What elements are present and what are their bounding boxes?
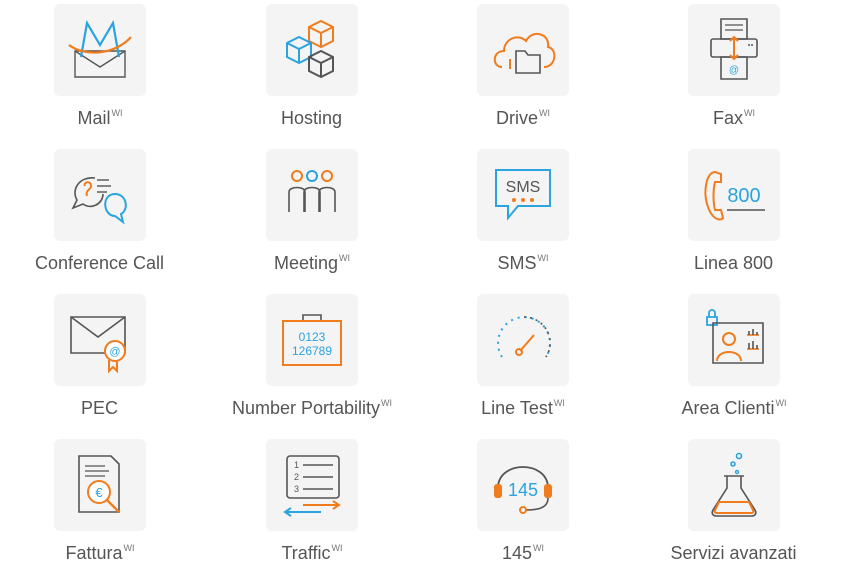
meeting-people-icon [277, 160, 347, 230]
at-symbol: @ [729, 65, 739, 76]
tile-icon-box [688, 294, 780, 386]
traffic-list-icon: 1 2 3 [277, 450, 347, 520]
sms-text: SMS [506, 179, 541, 196]
tile-icon-box [266, 4, 358, 96]
mail-icon [65, 15, 135, 85]
at-symbol: @ [109, 346, 120, 358]
services-grid: MailWI Hosting DriveWI @ FaxWI Conferenc… [0, 0, 847, 567]
traffic-number-2: 2 [294, 472, 299, 482]
speedometer-icon [488, 305, 558, 375]
tile-icon-box [54, 149, 146, 241]
conference-call-icon [65, 160, 135, 230]
tile-icon-box [266, 149, 358, 241]
fax-icon: @ [699, 15, 769, 85]
tile-icon-box [477, 294, 569, 386]
euro-symbol: € [95, 485, 103, 500]
sms-bubble-icon: SMS [488, 160, 558, 230]
tile-icon-box: 0123 126789 [266, 294, 358, 386]
tile-icon-box: SMS [477, 149, 569, 241]
portability-number-line-1: 0123 [299, 330, 326, 344]
pec-certified-mail-icon: @ [65, 305, 135, 375]
traffic-number-1: 1 [294, 460, 299, 470]
portability-number-line-2: 126789 [292, 344, 332, 358]
headset-145-icon: 145 [494, 450, 552, 520]
tile-icon-box: @ [54, 294, 146, 386]
customer-area-icon [699, 305, 769, 375]
tile-icon-box [477, 4, 569, 96]
hosting-cubes-icon [277, 15, 347, 85]
tile-icon-box [688, 439, 780, 531]
tile-icon-box: 1 2 3 [266, 439, 358, 531]
phone-800-icon: 800 [699, 160, 769, 230]
headset-number: 145 [508, 480, 538, 500]
lab-flask-icon [699, 450, 769, 520]
cloud-drive-icon [488, 15, 558, 85]
linea-800-number: 800 [727, 185, 760, 207]
invoice-search-icon: € [65, 450, 135, 520]
tile-icon-box: 145 [477, 439, 569, 531]
tile-icon-box: 800 [688, 149, 780, 241]
tile-icon-box: € [54, 439, 146, 531]
tile-icon-box [54, 4, 146, 96]
traffic-number-3: 3 [294, 484, 299, 494]
tile-icon-box: @ [688, 4, 780, 96]
tile-label: FaxWI [712, 108, 755, 128]
tile-label: Linea 800 [693, 253, 774, 273]
tile-label: Servizi avanzati [670, 543, 797, 563]
tile-label: Area ClientiWI [681, 398, 787, 418]
number-portability-icon: 0123 126789 [277, 305, 347, 375]
